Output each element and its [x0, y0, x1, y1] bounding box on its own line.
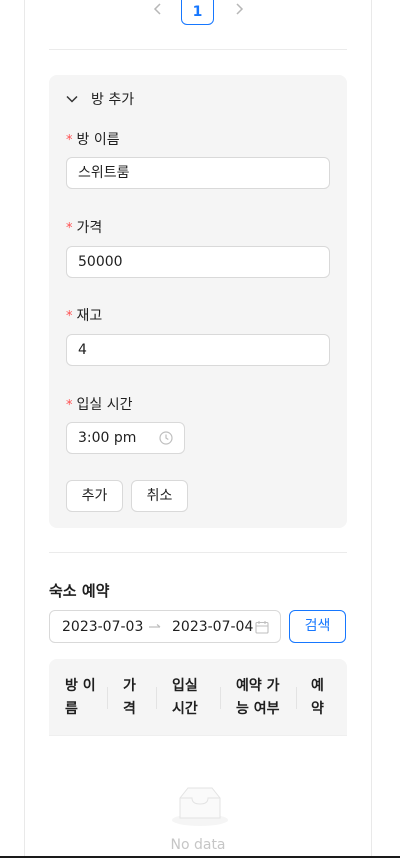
start-date[interactable]: 2023-07-03 — [62, 619, 143, 635]
column-header-reserve: 예약 — [311, 678, 324, 717]
empty-inbox-icon — [172, 787, 228, 826]
column-separator — [220, 687, 221, 709]
column-separator — [296, 687, 297, 709]
column-header-price: 가격 — [123, 678, 136, 717]
price-label: * 가격 — [66, 220, 103, 236]
content-left-border — [24, 0, 25, 858]
column-separator — [156, 687, 157, 709]
arrow-right-icon — [149, 624, 161, 628]
add-room-panel-header[interactable]: 방 추가 — [65, 89, 134, 109]
checkin-time-value: 3:00 pm — [78, 430, 137, 446]
search-button[interactable]: 검색 — [289, 610, 346, 643]
chevron-left-icon[interactable] — [150, 1, 166, 17]
add-room-title: 방 추가 — [91, 92, 135, 108]
reservation-table-header: 방 이름 가격 입실 시간 예약 가능 여부 예약 — [49, 659, 347, 736]
chevron-right-icon[interactable] — [231, 1, 247, 17]
page-number-current[interactable]: 1 — [181, 0, 214, 25]
cancel-button[interactable]: 취소 — [131, 480, 188, 512]
checkin-time-picker[interactable]: 3:00 pm — [66, 422, 185, 454]
column-header-checkin-time: 입실 시간 — [172, 678, 198, 717]
required-mark: * — [66, 309, 73, 324]
reservation-title: 숙소 예약 — [49, 582, 110, 600]
column-header-availability: 예약 가능 여부 — [236, 678, 280, 717]
add-button[interactable]: 추가 — [66, 480, 123, 512]
required-mark: * — [66, 133, 73, 148]
column-separator — [107, 687, 108, 709]
column-header-room-name: 방 이름 — [65, 678, 96, 717]
stock-input[interactable]: 4 — [66, 334, 330, 366]
required-mark: * — [66, 221, 73, 236]
pagination: 1 — [0, 0, 400, 26]
divider — [49, 552, 347, 553]
price-input[interactable]: 50000 — [66, 246, 330, 278]
room-name-input[interactable]: 스위트룸 — [66, 157, 330, 189]
chevron-down-icon — [66, 95, 78, 103]
calendar-icon — [255, 621, 269, 634]
checkin-time-label: * 입실 시간 — [66, 397, 133, 413]
stock-label: * 재고 — [66, 308, 103, 324]
room-name-label: * 방 이름 — [66, 132, 120, 148]
add-room-panel: 방 추가 * 방 이름 스위트룸 * 가격 50000 * 재고 4 * 입실 시간 3… — [49, 75, 347, 528]
end-date[interactable]: 2023-07-04 — [172, 619, 253, 635]
empty-state-text: No data — [170, 837, 226, 853]
divider — [49, 49, 347, 50]
required-mark: * — [66, 398, 73, 413]
date-range-picker[interactable]: 2023-07-03 2023-07-04 — [49, 610, 281, 643]
clock-icon — [159, 431, 173, 445]
content-right-border — [371, 0, 372, 858]
